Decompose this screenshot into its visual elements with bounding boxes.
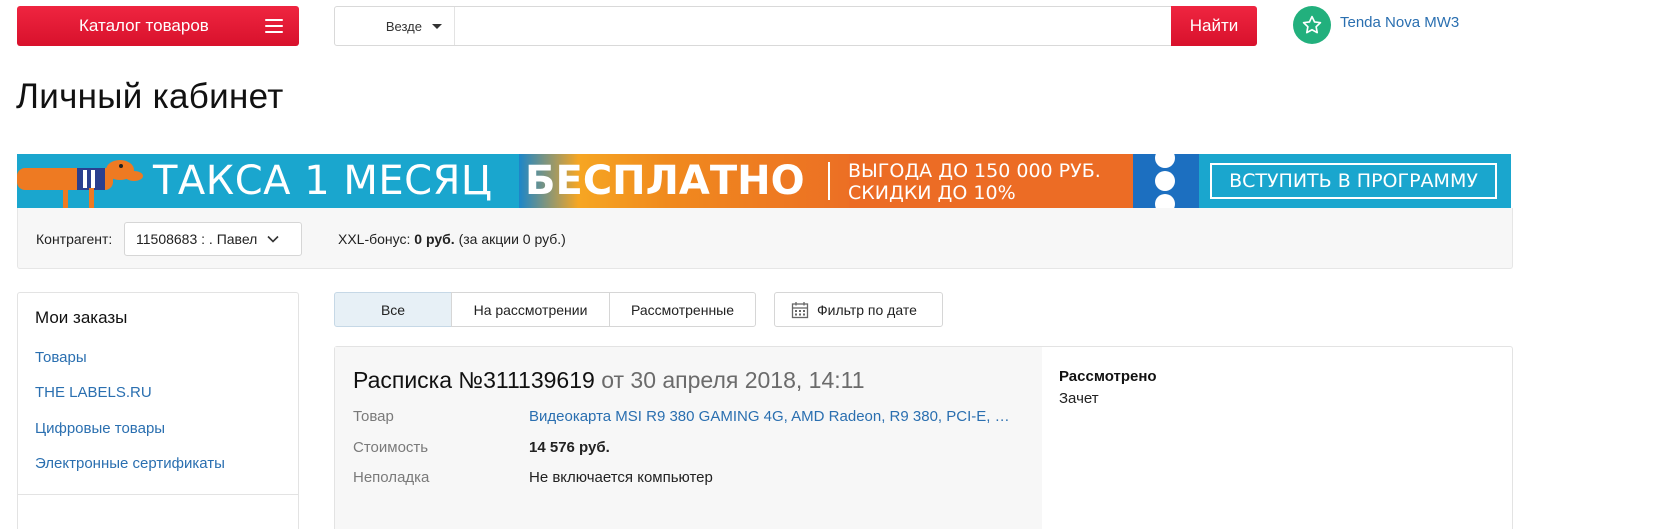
sidebar-item-e-certificates[interactable]: Электронные сертификаты <box>35 455 225 472</box>
banner-main-text: ТАКСА 1 МЕСЯЦ <box>153 158 493 204</box>
banner-benefit: ВЫГОДА ДО 150 000 РУБ. СКИДКИ ДО 10% <box>848 160 1101 204</box>
catalog-button-label: Каталог товаров <box>79 16 209 35</box>
contragent-select[interactable]: 11508683 : . Павел <box>124 222 302 256</box>
search-input[interactable] <box>455 7 1171 45</box>
issue-label: Неполадка <box>353 469 430 486</box>
status-detail: Зачет <box>1059 390 1099 407</box>
menu-icon <box>265 19 283 33</box>
sidebar-item-digital-goods[interactable]: Цифровые товары <box>35 420 165 437</box>
banner-divider <box>828 162 830 200</box>
sidebar-divider <box>18 494 298 495</box>
contragent-value: 11508683 : . Павел <box>136 231 258 247</box>
user-name-link[interactable]: Tenda Nova MW3 <box>1340 14 1459 31</box>
product-link[interactable]: Видеокарта MSI R9 380 GAMING 4G, AMD Rad… <box>529 408 1010 425</box>
search-scope-select[interactable]: Везде <box>335 7 455 45</box>
search-scope-value: Везде <box>385 18 422 34</box>
sidebar-item-goods[interactable]: Товары <box>35 349 87 366</box>
bonus-note: (за акции 0 руб.) <box>458 231 566 247</box>
catalog-button[interactable]: Каталог товаров <box>17 6 299 46</box>
tab-under-review[interactable]: На рассмотрении <box>451 292 610 327</box>
promo-banner[interactable]: ТАКСА 1 МЕСЯЦ БЕСПЛАТНО ВЫГОДА ДО 150 00… <box>17 154 1511 208</box>
bonus-value: 0 руб. <box>414 231 455 247</box>
banner-benefit-line1: ВЫГОДА ДО 150 000 РУБ. <box>848 160 1101 182</box>
chevron-down-icon <box>267 235 279 243</box>
join-program-button[interactable]: ВСТУПИТЬ В ПРОГРАММУ <box>1210 163 1497 199</box>
price-label: Стоимость <box>353 439 429 456</box>
order-date: от 30 апреля 2018, 14:11 <box>601 367 865 393</box>
chevron-down-icon <box>432 23 442 29</box>
order-title: Расписка №311139619 от 30 апреля 2018, 1… <box>353 367 865 394</box>
tab-all[interactable]: Все <box>334 292 452 327</box>
bonus-info: XXL-бонус: 0 руб. (за акции 0 руб.) <box>338 231 566 247</box>
order-card: Расписка №311139619 от 30 апреля 2018, 1… <box>334 346 1513 529</box>
product-label: Товар <box>353 408 394 425</box>
contragent-label: Контрагент: <box>36 231 113 247</box>
banner-free-text: БЕСПЛАТНО <box>525 158 805 204</box>
price-value: 14 576 руб. <box>529 439 610 456</box>
user-profile[interactable]: Tenda Nova MW3 <box>1293 6 1459 44</box>
page-title: Личный кабинет <box>16 77 284 116</box>
orders-sidebar: Мои заказы Товары THE LABELS.RU Цифровые… <box>17 292 299 529</box>
sidebar-item-the-labels[interactable]: THE LABELS.RU <box>35 384 152 401</box>
date-filter-label: Фильтр по дате <box>817 301 917 318</box>
sidebar-title: Мои заказы <box>35 308 128 327</box>
banner-benefit-line2: СКИДКИ ДО 10% <box>848 182 1016 204</box>
status-badge: Рассмотрено <box>1059 368 1157 385</box>
tab-reviewed[interactable]: Рассмотренные <box>609 292 756 327</box>
order-filter-tabs: Все На рассмотрении Рассмотренные <box>334 292 756 327</box>
bonus-label: XXL-бонус: <box>338 231 411 247</box>
search-bar: Везде Найти <box>334 6 1257 46</box>
date-filter-button[interactable]: Фильтр по дате <box>774 292 943 327</box>
star-icon <box>1293 6 1331 44</box>
search-button[interactable]: Найти <box>1171 6 1257 46</box>
issue-value: Не включается компьютер <box>529 469 713 486</box>
contragent-bar: Контрагент: 11508683 : . Павел XXL-бонус… <box>17 208 1513 269</box>
calendar-icon <box>791 301 809 318</box>
order-number[interactable]: Расписка №311139619 <box>353 367 595 393</box>
banner-dots-decoration <box>1133 154 1199 208</box>
dachshund-illustration <box>17 154 147 208</box>
order-details: Расписка №311139619 от 30 апреля 2018, 1… <box>335 347 1042 529</box>
